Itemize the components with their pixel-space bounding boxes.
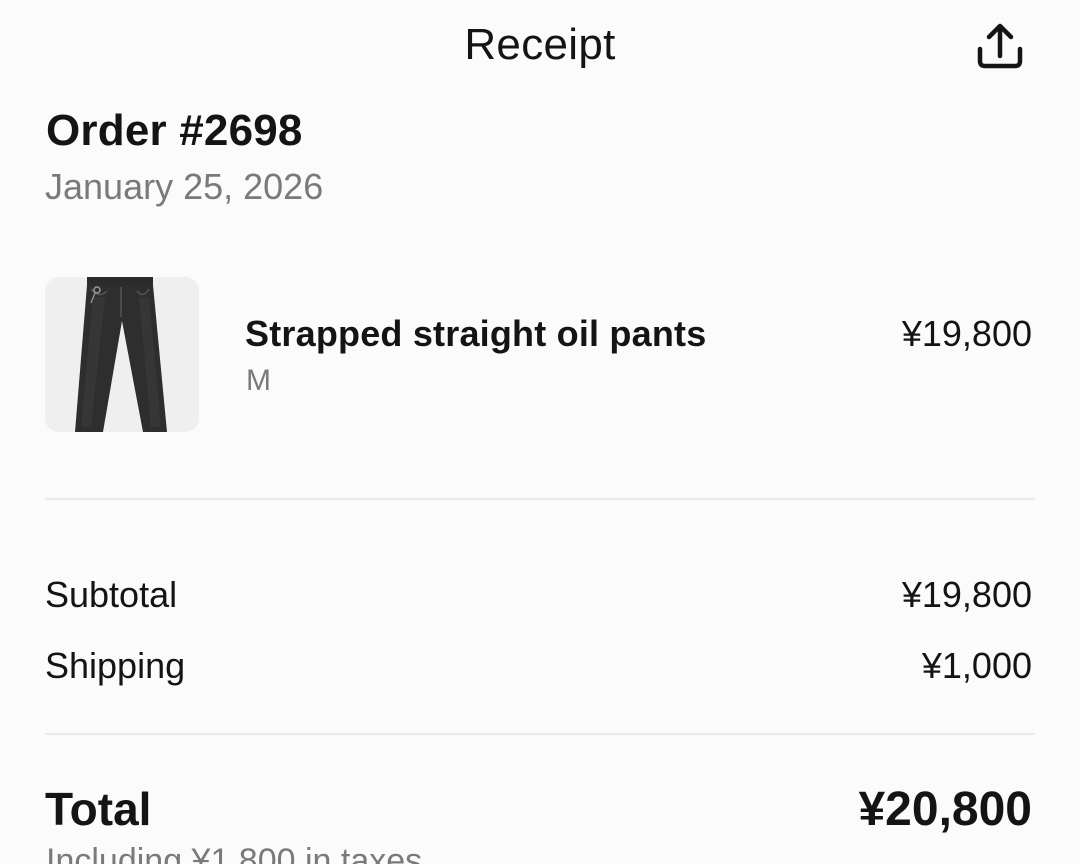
shipping-label: Shipping xyxy=(45,645,186,686)
product-thumbnail xyxy=(45,277,199,432)
page-title: Receipt xyxy=(464,20,616,69)
divider xyxy=(45,498,1035,500)
share-button[interactable] xyxy=(968,16,1032,76)
shipping-value: ¥1,000 xyxy=(921,645,1032,686)
total-value: ¥20,800 xyxy=(858,783,1032,836)
tax-note: Including ¥1,800 in taxes xyxy=(46,842,423,864)
share-upload-icon xyxy=(977,23,1023,69)
receipt-screen: Receipt Order #2698 January 25, 2026 Str… xyxy=(0,0,1080,864)
order-number: Order #2698 xyxy=(46,106,303,155)
subtotal-label: Subtotal xyxy=(45,574,178,615)
divider xyxy=(45,733,1035,735)
line-item[interactable]: Strapped straight oil pants M ¥19,800 xyxy=(45,277,1035,433)
subtotal-value: ¥19,800 xyxy=(901,574,1032,615)
black-pants-image xyxy=(45,277,199,432)
total-label: Total xyxy=(45,783,152,835)
item-price: ¥19,800 xyxy=(901,313,1032,354)
order-date: January 25, 2026 xyxy=(45,166,324,207)
item-name: Strapped straight oil pants xyxy=(245,313,707,354)
item-variant: M xyxy=(246,364,271,397)
header: Receipt xyxy=(0,0,1080,96)
